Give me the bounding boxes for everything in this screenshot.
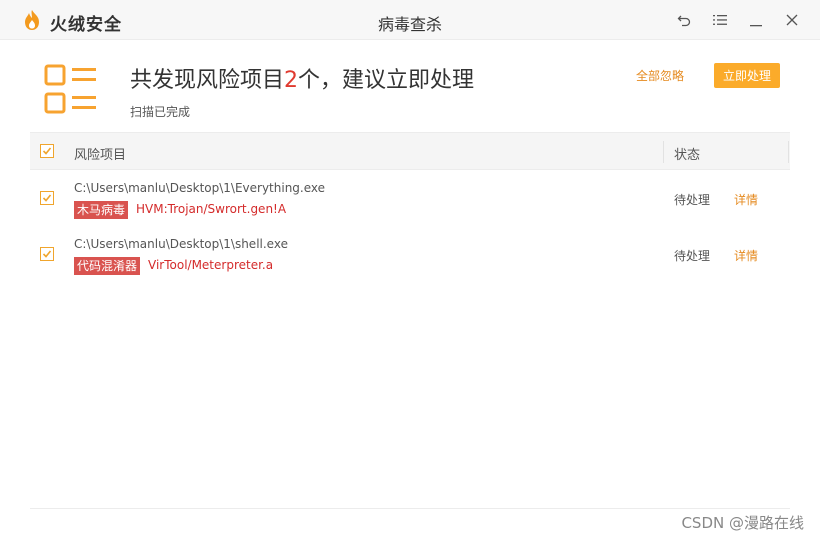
select-all-checkbox[interactable] — [40, 144, 54, 158]
checkmark-icon — [42, 147, 52, 155]
virus-name: VirTool/Meterpreter.a — [148, 258, 274, 272]
flame-logo-icon — [25, 10, 39, 30]
title-bar: 火绒安全 病毒查杀 — [0, 0, 820, 40]
result-title: 共发现风险项目2个，建议立即处理 — [130, 62, 474, 94]
threat-type-badge: 木马病毒 — [74, 201, 129, 219]
virus-name: HVM:Trojan/Swrort.gen!A — [136, 202, 287, 216]
scan-status: 扫描已完成 — [130, 105, 191, 119]
column-header-status: 状态 — [674, 148, 701, 163]
footer-divider — [30, 508, 790, 509]
status-text: 待处理 — [674, 249, 711, 263]
table-row: C:\Users\manlu\Desktop\1\shell.exe 代码混淆器… — [30, 226, 790, 282]
back-button[interactable] — [672, 8, 696, 32]
watermark: CSDN @漫路在线 — [681, 514, 804, 532]
checkmark-icon — [42, 250, 52, 258]
threat-type-badge: 代码混淆器 — [74, 257, 141, 275]
row-checkbox[interactable] — [40, 191, 54, 205]
risk-count: 2 — [284, 68, 299, 93]
result-title-prefix: 共发现风险项目 — [130, 68, 285, 93]
result-title-suffix: 个，建议立即处理 — [298, 68, 475, 93]
menu-list-icon — [713, 15, 727, 25]
menu-button[interactable] — [708, 8, 732, 32]
checkmark-icon — [42, 194, 52, 202]
close-icon — [786, 14, 798, 26]
minimize-icon — [750, 25, 762, 27]
row-checkbox[interactable] — [40, 247, 54, 261]
risk-list-icon — [44, 64, 96, 114]
close-button[interactable] — [780, 8, 804, 32]
brand-name: 火绒安全 — [50, 15, 122, 35]
table-row: C:\Users\manlu\Desktop\1\Everything.exe … — [30, 170, 790, 226]
file-path: C:\Users\manlu\Desktop\1\shell.exe — [74, 237, 288, 251]
column-divider[interactable] — [788, 141, 789, 163]
column-header-risk-item: 风险项目 — [74, 148, 127, 163]
minimize-button[interactable] — [744, 8, 768, 32]
file-path: C:\Users\manlu\Desktop\1\Everything.exe — [74, 181, 326, 195]
column-divider[interactable] — [663, 141, 664, 163]
detail-link[interactable]: 详情 — [734, 191, 758, 208]
table-header: 风险项目 状态 — [30, 132, 790, 170]
ignore-all-link[interactable]: 全部忽略 — [636, 67, 684, 84]
handle-now-button[interactable]: 立即处理 — [714, 63, 780, 88]
window-title: 病毒查杀 — [377, 15, 442, 34]
undo-icon — [677, 15, 691, 27]
detail-link[interactable]: 详情 — [734, 247, 758, 264]
status-text: 待处理 — [674, 193, 711, 207]
